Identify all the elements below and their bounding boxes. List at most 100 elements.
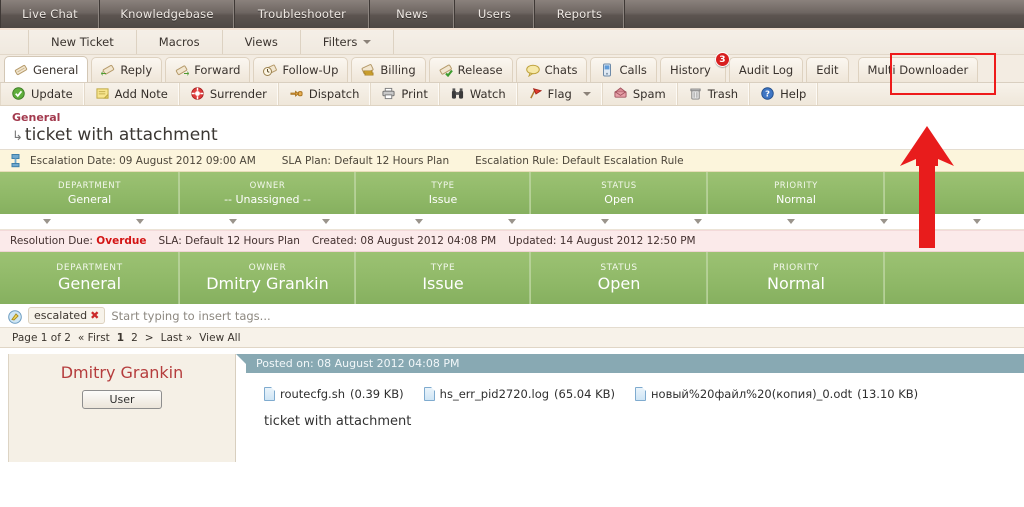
status-cell-owner[interactable]: OWNER Dmitry Grankin [180,252,356,304]
column-dropdown-toggle[interactable] [652,219,745,224]
add-note-button[interactable]: Add Note [85,83,180,105]
update-button[interactable]: Update [0,83,85,105]
ticket-post: Dmitry Grankin User Posted on: 08 August… [0,348,1024,462]
status-cell-department[interactable]: DEPARTMENT General [0,172,180,214]
flag-button[interactable]: Flag [518,83,603,105]
document-icon [423,387,435,401]
dispatch-button[interactable]: Dispatch [279,83,372,105]
toolbar-label: Flag [547,87,572,101]
tab-release[interactable]: Release [428,57,513,82]
column-dropdown-toggle[interactable] [559,219,652,224]
status-cell-priority[interactable]: PRIORITY Normal [708,172,885,214]
status-cell-value: Normal [776,192,816,206]
tab-label: History [669,63,711,77]
pagination-page-2[interactable]: 2 [131,332,138,344]
pagination-next[interactable]: > [145,332,154,344]
status-cell-owner[interactable]: OWNER -- Unassigned -- [180,172,356,214]
caret-down-icon [787,219,796,224]
column-dropdown-toggle[interactable] [186,219,279,224]
nav-item-live-chat[interactable]: Live Chat [0,0,100,28]
subnav-item-views[interactable]: Views [223,30,301,54]
pagination-page-1[interactable]: 1 [117,332,124,344]
attachment-item[interactable]: routecfg.sh (0.39 KB) [264,387,404,401]
pagination-last[interactable]: Last » [161,332,193,344]
nav-item-reports[interactable]: Reports [535,0,625,28]
pagination-view-all[interactable]: View All [199,332,240,344]
svg-text:?: ? [765,89,770,99]
column-dropdown-toggle[interactable] [372,219,465,224]
status-cell-label: TYPE [430,263,456,273]
status-cell-value: Issue [422,274,464,293]
document-icon [635,387,647,401]
tab-chats[interactable]: Chats [515,57,588,82]
caret-down-icon [414,219,423,224]
status-cell-label: TYPE [431,180,455,191]
post-author-panel: Dmitry Grankin User [8,354,236,462]
subnav-item-filters[interactable]: Filters [301,30,395,54]
status-badge: 3 [714,52,730,67]
toolbar-label: Help [780,87,807,101]
nav-item-troubleshooter[interactable]: Troubleshooter [235,0,370,28]
column-dropdown-toggle[interactable] [465,219,558,224]
status-cell-value: Dmitry Grankin [206,274,329,293]
spam-icon [614,87,628,101]
tab-multi-downloader[interactable]: Multi Downloader [857,57,979,82]
tab-edit[interactable]: Edit [806,57,849,82]
column-dropdown-toggle[interactable] [745,219,838,224]
attachment-size: (65.04 KB) [554,387,616,401]
tab-label: Edit [816,63,839,77]
watch-button[interactable]: Watch [440,83,518,105]
escalation-pin-icon [10,153,24,168]
status-cell-type[interactable]: TYPE Issue [356,252,531,304]
status-cell-label: PRIORITY [772,263,820,273]
column-dropdown-toggle[interactable] [93,219,186,224]
ticket-status-bar-top: DEPARTMENT General OWNER -- Unassigned -… [0,172,1024,214]
tab-calls[interactable]: Calls [590,57,657,82]
nav-item-users[interactable]: Users [455,0,535,28]
status-cell-label: DEPARTMENT [57,180,122,191]
status-cell-label: STATUS [601,180,637,191]
print-button[interactable]: Print [371,83,440,105]
spam-button[interactable]: Spam [603,83,678,105]
tab-label: General [33,62,79,77]
attachment-item[interactable]: hs_err_pid2720.log (65.04 KB) [423,387,616,401]
surrender-button[interactable]: Surrender [180,83,279,105]
tag-icon [8,309,22,324]
tab-follow-up[interactable]: Follow-Up [253,57,349,82]
post-content-panel: Posted on: 08 August 2012 04:08 PM route… [236,348,1024,462]
status-cell-department[interactable]: DEPARTMENT General [0,252,180,304]
attachment-item[interactable]: новый%20файл%20(копия)_0.odt (13.10 KB) [635,387,918,401]
status-cell-status[interactable]: STATUS Open [531,172,708,214]
trash-icon [689,87,703,101]
tag-label: escalated [34,309,88,322]
subnav-item-new-ticket[interactable]: New Ticket [28,30,137,54]
trash-button[interactable]: Trash [678,83,751,105]
tab-forward[interactable]: Forward [165,57,251,82]
status-cell-label: OWNER [248,263,287,273]
tab-billing[interactable]: Billing [351,57,426,82]
tab-history[interactable]: History 3 [659,52,730,82]
document-icon [264,387,275,401]
status-cell-priority[interactable]: PRIORITY Normal [708,252,885,304]
nav-label: Live Chat [22,7,78,21]
tag-remove-icon[interactable]: ✖ [90,309,99,322]
tab-general[interactable]: General [4,56,89,82]
post-author-role-button[interactable]: User [82,390,162,409]
caret-down-icon [228,219,237,224]
status-cell-type[interactable]: TYPE Issue [356,172,531,214]
tab-reply[interactable]: Reply [91,57,163,82]
nav-item-knowledgebase[interactable]: Knowledgebase [100,0,235,28]
nav-item-news[interactable]: News [370,0,455,28]
help-button[interactable]: ? Help [750,83,819,105]
column-dropdown-toggle[interactable] [279,219,372,224]
status-cell-status[interactable]: STATUS Open [531,252,708,304]
tag-chip-escalated[interactable]: escalated ✖ [28,307,106,324]
tab-label: Reply [120,63,153,77]
pagination-first[interactable]: « First [78,332,110,344]
subnav-item-macros[interactable]: Macros [137,30,223,54]
tab-audit-log[interactable]: Audit Log [728,57,804,82]
tag-input[interactable]: Start typing to insert tags... [111,309,270,323]
tab-label: Multi Downloader [867,63,969,77]
nav-label: Users [477,7,512,21]
column-dropdown-toggle[interactable] [0,219,93,224]
